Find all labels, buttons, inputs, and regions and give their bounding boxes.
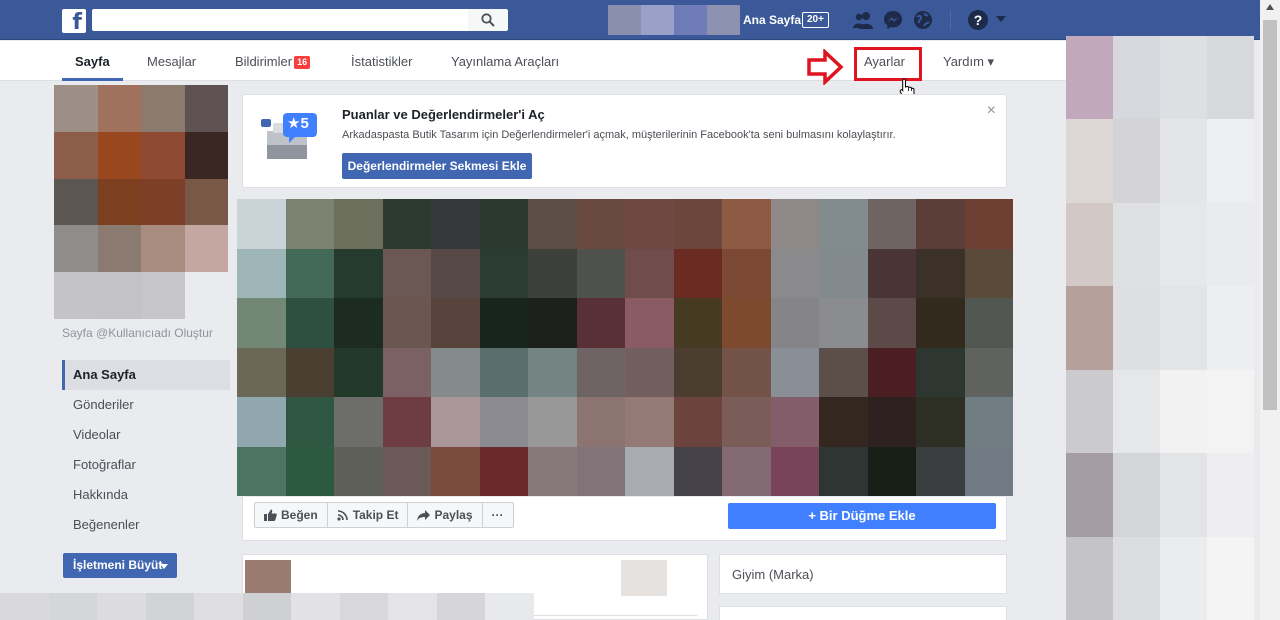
search-icon [481, 13, 495, 27]
blurred-thumbnail [621, 560, 667, 596]
card-title: Puanlar ve Değerlendirmeler'i Aç [342, 107, 545, 122]
card-description: Arkadaspasta Butik Tasarım için Değerlen… [342, 129, 896, 141]
chevron-down-icon [160, 564, 168, 569]
search-button[interactable] [468, 9, 508, 31]
page-action-bar: Beğen Takip Et Paylaş ··· + Bir Düğme Ek… [242, 497, 1007, 541]
tab-publishing-tools[interactable]: Yayınlama Araçları [451, 41, 559, 81]
facebook-logo-icon[interactable]: f [62, 9, 86, 33]
thumbs-up-icon [264, 509, 277, 521]
follow-label: Takip Et [352, 508, 399, 522]
notifications-globe-icon [914, 11, 932, 29]
grow-business-button[interactable]: İşletmeni Büyüt [63, 553, 177, 578]
share-button[interactable]: Paylaş [408, 503, 483, 527]
messenger-button[interactable] [882, 10, 904, 30]
top-navigation-bar: f Ana Sayfa 20+ ? [0, 0, 1260, 40]
scrollbar-thumb[interactable] [1263, 20, 1277, 410]
tab-insights[interactable]: İstatistikler [351, 41, 412, 81]
help-icon[interactable]: ? [968, 10, 988, 30]
follow-button[interactable]: Takip Et [328, 503, 409, 527]
settings-highlight-box [854, 47, 922, 81]
page-category-card: Giyim (Marka) [719, 554, 1007, 594]
friend-requests-icon [853, 12, 873, 29]
nav-item-about[interactable]: Hakkında [62, 480, 230, 510]
blurred-sidebar [1066, 36, 1254, 620]
nav-item-likes[interactable]: Beğenenler [62, 510, 230, 540]
friend-requests-button[interactable] [852, 10, 874, 30]
share-label: Paylaş [434, 508, 473, 522]
home-badge: 20+ [802, 12, 829, 28]
nav-item-videos[interactable]: Videolar [62, 420, 230, 450]
reviews-promo-card: ★5 Puanlar ve Değerlendirmeler'i Aç Arka… [242, 94, 1007, 188]
cover-photo[interactable] [237, 199, 1013, 496]
share-arrow-icon [417, 509, 431, 521]
scroll-up-arrow-icon[interactable] [1266, 4, 1274, 10]
rating-badge: ★5 [287, 115, 309, 132]
add-button-button[interactable]: + Bir Düğme Ekle [728, 503, 996, 529]
toolbar-divider [950, 10, 951, 30]
like-label: Beğen [281, 508, 318, 522]
more-options-button[interactable]: ··· [483, 503, 513, 527]
profile-picture[interactable] [54, 85, 228, 319]
secondary-info-card [719, 606, 1007, 620]
home-link[interactable]: Ana Sayfa [743, 13, 801, 27]
tab-notifications-label: Bildirimler [235, 54, 293, 69]
tab-messages[interactable]: Mesajlar [147, 41, 196, 81]
tab-help[interactable]: Yardım ▾ [943, 41, 994, 81]
messenger-icon [884, 11, 902, 29]
page-category[interactable]: Giyim (Marka) [732, 567, 814, 582]
rss-icon [337, 510, 348, 521]
nav-item-posts[interactable]: Gönderiler [62, 390, 230, 420]
nav-item-home[interactable]: Ana Sayfa [62, 360, 230, 390]
red-arrow-icon [807, 49, 844, 85]
search-input[interactable] [92, 9, 468, 31]
notifications-count-badge: 16 [294, 56, 311, 69]
add-reviews-tab-button[interactable]: Değerlendirmeler Sekmesi Ekle [342, 153, 532, 179]
account-menu-chevron-down-icon[interactable] [996, 16, 1006, 22]
close-icon[interactable]: × [987, 102, 996, 120]
like-button[interactable]: Beğen [255, 503, 328, 527]
left-navigation: Ana Sayfa Gönderiler Videolar Fotoğrafla… [62, 360, 230, 540]
profile-avatar[interactable] [608, 5, 740, 35]
create-username-link[interactable]: Sayfa @Kullanıcıadı Oluştur [62, 326, 228, 340]
tab-page[interactable]: Sayfa [62, 41, 123, 81]
nav-item-photos[interactable]: Fotoğraflar [62, 450, 230, 480]
tab-notifications[interactable]: Bildirimler 16 [235, 41, 311, 81]
grow-business-label: İşletmeni Büyüt [73, 558, 163, 572]
notifications-button[interactable] [912, 10, 934, 30]
blurred-footer [0, 593, 534, 620]
